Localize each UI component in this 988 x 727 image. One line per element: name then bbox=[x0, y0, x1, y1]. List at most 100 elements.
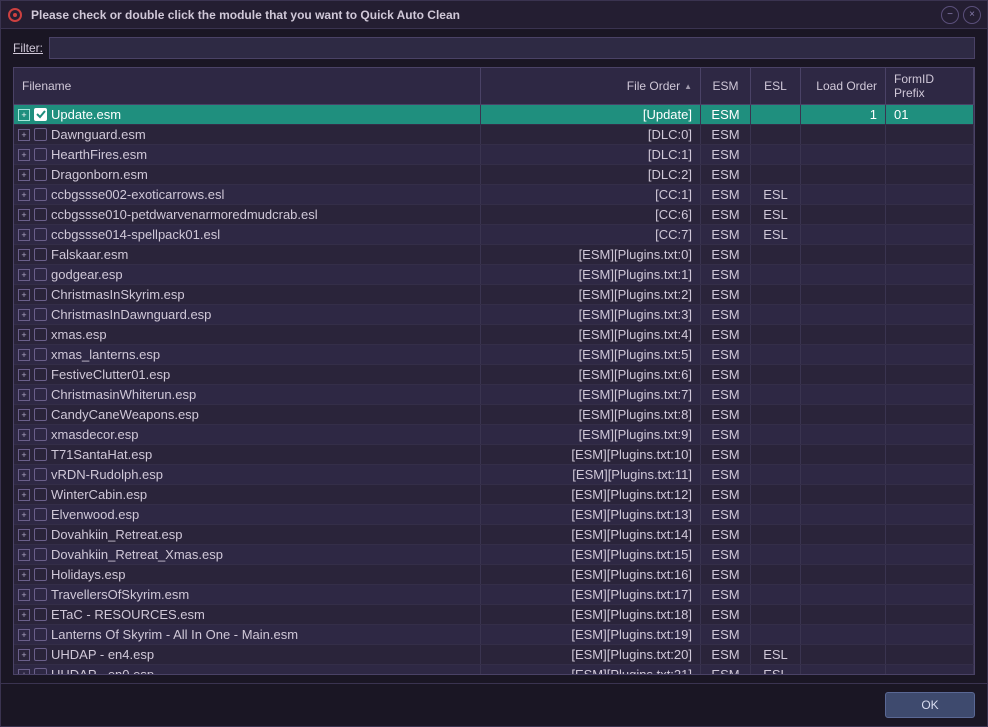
expand-icon[interactable]: + bbox=[18, 349, 30, 361]
table-row[interactable]: +ccbgssse010-petdwarvenarmoredmudcrab.es… bbox=[14, 205, 974, 225]
close-button[interactable]: × bbox=[963, 6, 981, 24]
table-row[interactable]: +xmasdecor.esp[ESM][Plugins.txt:9]ESM bbox=[14, 425, 974, 445]
row-checkbox[interactable] bbox=[34, 428, 47, 441]
table-row[interactable]: +ChristmasInSkyrim.esp[ESM][Plugins.txt:… bbox=[14, 285, 974, 305]
table-row[interactable]: +TravellersOfSkyrim.esm[ESM][Plugins.txt… bbox=[14, 585, 974, 605]
table-row[interactable]: +Update.esm[Update]ESM101 bbox=[14, 105, 974, 125]
row-checkbox[interactable] bbox=[34, 268, 47, 281]
table-row[interactable]: +UHDAP - en4.esp[ESM][Plugins.txt:20]ESM… bbox=[14, 645, 974, 665]
row-checkbox[interactable] bbox=[34, 168, 47, 181]
row-checkbox[interactable] bbox=[34, 468, 47, 481]
expand-icon[interactable]: + bbox=[18, 649, 30, 661]
row-checkbox[interactable] bbox=[34, 608, 47, 621]
expand-icon[interactable]: + bbox=[18, 229, 30, 241]
row-checkbox[interactable] bbox=[34, 148, 47, 161]
row-checkbox[interactable] bbox=[34, 228, 47, 241]
expand-icon[interactable]: + bbox=[18, 509, 30, 521]
table-row[interactable]: +godgear.esp[ESM][Plugins.txt:1]ESM bbox=[14, 265, 974, 285]
table-row[interactable]: +xmas.esp[ESM][Plugins.txt:4]ESM bbox=[14, 325, 974, 345]
expand-icon[interactable]: + bbox=[18, 209, 30, 221]
row-checkbox[interactable] bbox=[34, 508, 47, 521]
expand-icon[interactable]: + bbox=[18, 189, 30, 201]
row-checkbox[interactable] bbox=[34, 308, 47, 321]
table-row[interactable]: +Holidays.esp[ESM][Plugins.txt:16]ESM bbox=[14, 565, 974, 585]
expand-icon[interactable]: + bbox=[18, 629, 30, 641]
row-checkbox[interactable] bbox=[34, 208, 47, 221]
expand-icon[interactable]: + bbox=[18, 569, 30, 581]
row-checkbox[interactable] bbox=[34, 548, 47, 561]
expand-icon[interactable]: + bbox=[18, 609, 30, 621]
table-row[interactable]: +Dragonborn.esm[DLC:2]ESM bbox=[14, 165, 974, 185]
expand-icon[interactable]: + bbox=[18, 529, 30, 541]
table-row[interactable]: +Dovahkiin_Retreat.esp[ESM][Plugins.txt:… bbox=[14, 525, 974, 545]
row-checkbox[interactable] bbox=[34, 648, 47, 661]
table-row[interactable]: +xmas_lanterns.esp[ESM][Plugins.txt:5]ES… bbox=[14, 345, 974, 365]
table-row[interactable]: +ccbgssse002-exoticarrows.esl[CC:1]ESMES… bbox=[14, 185, 974, 205]
expand-icon[interactable]: + bbox=[18, 449, 30, 461]
expand-icon[interactable]: + bbox=[18, 369, 30, 381]
expand-icon[interactable]: + bbox=[18, 109, 30, 121]
row-checkbox[interactable] bbox=[34, 628, 47, 641]
table-row[interactable]: +WinterCabin.esp[ESM][Plugins.txt:12]ESM bbox=[14, 485, 974, 505]
row-checkbox[interactable] bbox=[34, 408, 47, 421]
table-row[interactable]: +vRDN-Rudolph.esp[ESM][Plugins.txt:11]ES… bbox=[14, 465, 974, 485]
expand-icon[interactable]: + bbox=[18, 149, 30, 161]
expand-icon[interactable]: + bbox=[18, 489, 30, 501]
file-order-cell: [ESM][Plugins.txt:15] bbox=[481, 545, 701, 564]
table-body[interactable]: +Update.esm[Update]ESM101+Dawnguard.esm[… bbox=[14, 105, 974, 674]
row-checkbox[interactable] bbox=[34, 668, 47, 674]
table-row[interactable]: +Dovahkiin_Retreat_Xmas.esp[ESM][Plugins… bbox=[14, 545, 974, 565]
column-filename[interactable]: Filename bbox=[14, 68, 481, 104]
expand-icon[interactable]: + bbox=[18, 669, 30, 675]
table-row[interactable]: +Falskaar.esm[ESM][Plugins.txt:0]ESM bbox=[14, 245, 974, 265]
column-esm[interactable]: ESM bbox=[701, 68, 751, 104]
column-esl[interactable]: ESL bbox=[751, 68, 801, 104]
row-checkbox[interactable] bbox=[34, 188, 47, 201]
table-row[interactable]: +HearthFires.esm[DLC:1]ESM bbox=[14, 145, 974, 165]
expand-icon[interactable]: + bbox=[18, 129, 30, 141]
table-row[interactable]: +Elvenwood.esp[ESM][Plugins.txt:13]ESM bbox=[14, 505, 974, 525]
row-checkbox[interactable] bbox=[34, 328, 47, 341]
expand-icon[interactable]: + bbox=[18, 329, 30, 341]
expand-icon[interactable]: + bbox=[18, 169, 30, 181]
expand-icon[interactable]: + bbox=[18, 469, 30, 481]
expand-icon[interactable]: + bbox=[18, 389, 30, 401]
column-formid[interactable]: FormID Prefix bbox=[886, 68, 974, 104]
expand-icon[interactable]: + bbox=[18, 309, 30, 321]
table-row[interactable]: +FestiveClutter01.esp[ESM][Plugins.txt:6… bbox=[14, 365, 974, 385]
row-checkbox[interactable] bbox=[34, 488, 47, 501]
ok-button[interactable]: OK bbox=[885, 692, 975, 718]
row-checkbox[interactable] bbox=[34, 528, 47, 541]
column-load-order[interactable]: Load Order bbox=[801, 68, 886, 104]
row-checkbox[interactable] bbox=[34, 368, 47, 381]
expand-icon[interactable]: + bbox=[18, 249, 30, 261]
row-checkbox[interactable] bbox=[34, 388, 47, 401]
row-checkbox[interactable] bbox=[34, 348, 47, 361]
row-checkbox[interactable] bbox=[34, 108, 47, 121]
expand-icon[interactable]: + bbox=[18, 269, 30, 281]
expand-icon[interactable]: + bbox=[18, 549, 30, 561]
row-checkbox[interactable] bbox=[34, 588, 47, 601]
table-row[interactable]: +ETaC - RESOURCES.esm[ESM][Plugins.txt:1… bbox=[14, 605, 974, 625]
table-row[interactable]: +Lanterns Of Skyrim - All In One - Main.… bbox=[14, 625, 974, 645]
expand-icon[interactable]: + bbox=[18, 409, 30, 421]
column-file-order[interactable]: File Order bbox=[481, 68, 701, 104]
expand-icon[interactable]: + bbox=[18, 429, 30, 441]
table-row[interactable]: +T71SantaHat.esp[ESM][Plugins.txt:10]ESM bbox=[14, 445, 974, 465]
row-checkbox[interactable] bbox=[34, 568, 47, 581]
table-row[interactable]: +Dawnguard.esm[DLC:0]ESM bbox=[14, 125, 974, 145]
table-row[interactable]: +ChristmasinWhiterun.esp[ESM][Plugins.tx… bbox=[14, 385, 974, 405]
expand-icon[interactable]: + bbox=[18, 289, 30, 301]
table-row[interactable]: +ccbgssse014-spellpack01.esl[CC:7]ESMESL bbox=[14, 225, 974, 245]
row-checkbox[interactable] bbox=[34, 128, 47, 141]
row-checkbox[interactable] bbox=[34, 288, 47, 301]
filter-input[interactable] bbox=[49, 37, 975, 59]
file-order-cell: [ESM][Plugins.txt:2] bbox=[481, 285, 701, 304]
expand-icon[interactable]: + bbox=[18, 589, 30, 601]
table-row[interactable]: +CandyCaneWeapons.esp[ESM][Plugins.txt:8… bbox=[14, 405, 974, 425]
minimize-button[interactable]: − bbox=[941, 6, 959, 24]
row-checkbox[interactable] bbox=[34, 448, 47, 461]
row-checkbox[interactable] bbox=[34, 248, 47, 261]
table-row[interactable]: +ChristmasInDawnguard.esp[ESM][Plugins.t… bbox=[14, 305, 974, 325]
table-row[interactable]: +UHDAP - en0.esp[ESM][Plugins.txt:21]ESM… bbox=[14, 665, 974, 674]
